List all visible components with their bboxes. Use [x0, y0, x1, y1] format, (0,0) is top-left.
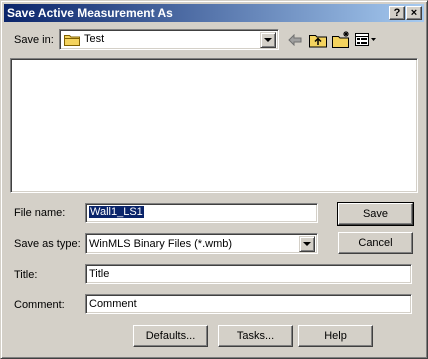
save-in-dropdown-button[interactable] — [260, 32, 276, 48]
save-in-combobox[interactable]: Test — [59, 29, 279, 50]
chevron-down-icon — [264, 38, 272, 42]
cancel-button[interactable]: Cancel — [338, 232, 413, 254]
up-folder-icon[interactable] — [309, 32, 327, 51]
chevron-down-icon — [303, 242, 311, 246]
save-as-type-dropdown-button[interactable] — [299, 236, 315, 252]
title-input[interactable]: Title — [85, 264, 412, 284]
save-as-type-combobox[interactable]: WinMLS Binary Files (*.wmb) — [85, 233, 318, 254]
close-title-button[interactable]: × — [406, 6, 422, 20]
save-in-label: Save in: — [14, 34, 54, 46]
save-in-value: Test — [84, 33, 105, 45]
comment-input[interactable]: Comment — [85, 294, 412, 314]
view-menu-icon[interactable] — [355, 33, 377, 50]
help-title-button[interactable]: ? — [389, 6, 405, 20]
save-as-type-label: Save as type: — [14, 238, 81, 250]
comment-label: Comment: — [14, 299, 65, 311]
help-button[interactable]: Help — [298, 325, 373, 347]
save-as-type-value: WinMLS Binary Files (*.wmb) — [89, 238, 233, 250]
folder-icon — [64, 34, 80, 49]
back-arrow-icon[interactable] — [288, 33, 302, 49]
file-name-input[interactable]: Wall1_LS1 — [85, 203, 318, 223]
save-button[interactable]: Save — [337, 202, 414, 226]
file-name-label: File name: — [14, 207, 66, 219]
file-name-value: Wall1_LS1 — [89, 206, 144, 218]
title-label: Title: — [14, 269, 38, 281]
title-value: Title — [89, 268, 110, 280]
save-dialog: Save Active Measurement As ? × Save in: … — [0, 0, 428, 359]
tasks-button[interactable]: Tasks... — [218, 325, 293, 347]
file-list[interactable] — [10, 58, 418, 193]
title-bar[interactable]: Save Active Measurement As ? × — [4, 4, 424, 22]
new-folder-icon[interactable] — [332, 31, 350, 51]
dialog-title: Save Active Measurement As — [7, 6, 173, 20]
comment-value: Comment — [89, 298, 137, 310]
defaults-button[interactable]: Defaults... — [133, 325, 208, 347]
